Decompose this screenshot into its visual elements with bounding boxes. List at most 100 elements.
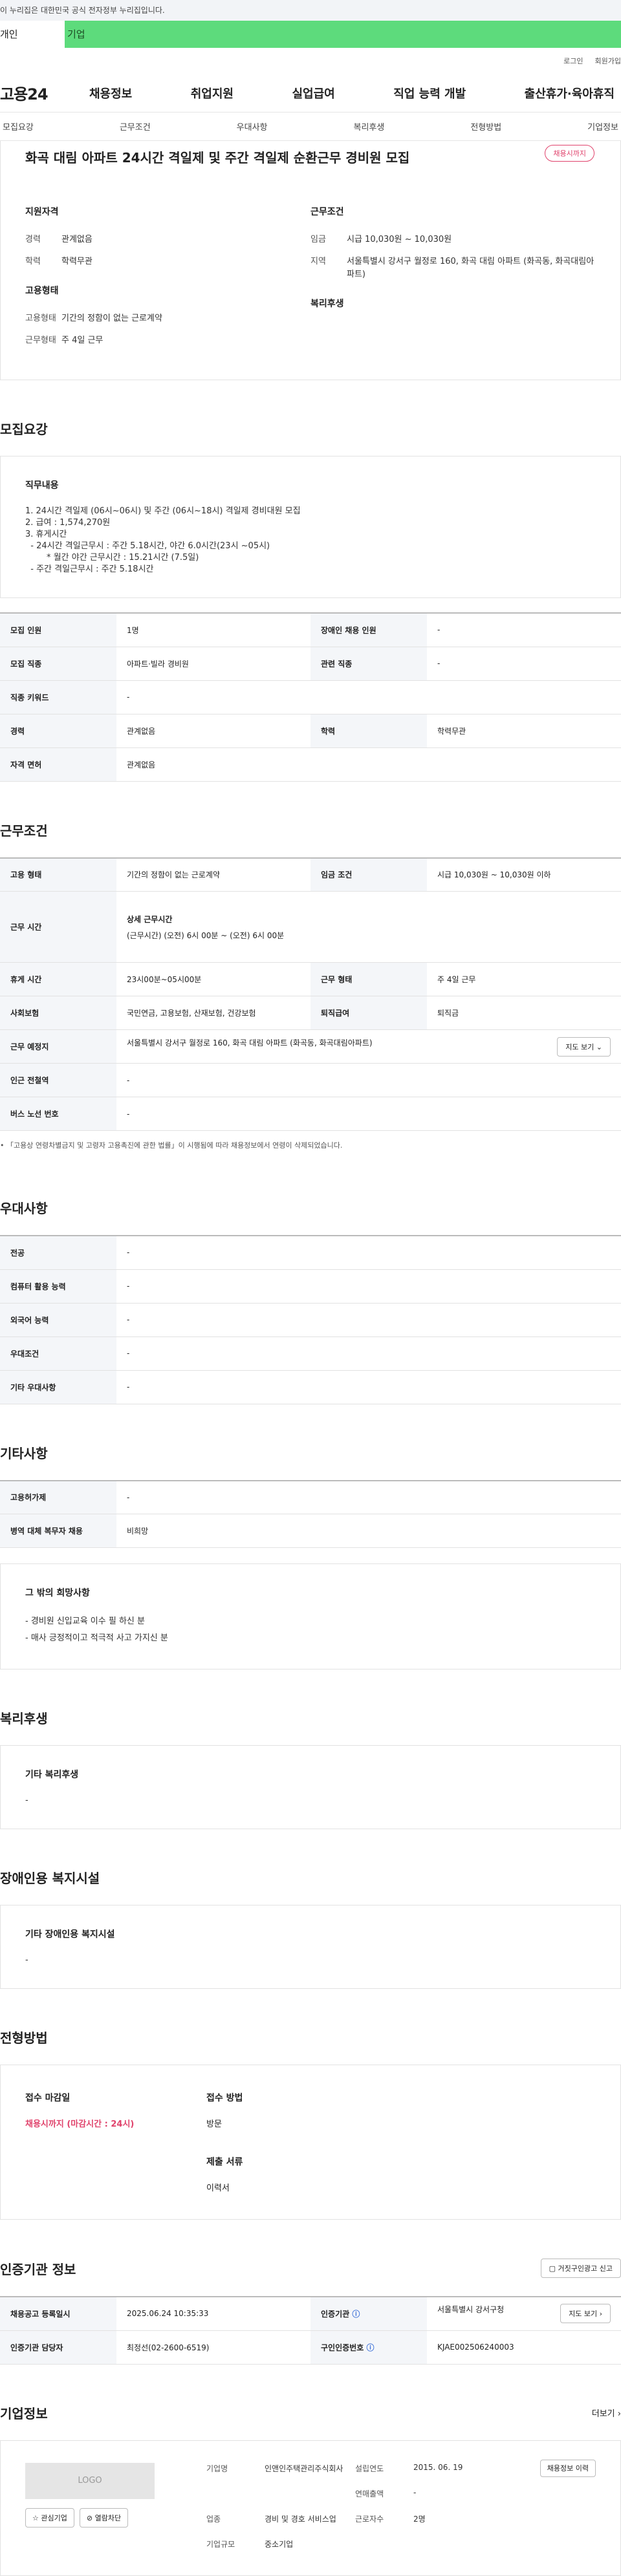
etc-table: 고용허가제 - 병역 대체 복무자 채용 비희망 xyxy=(0,1479,621,1548)
process-box: 접수 마감일 채용시까지 (마감시간 : 24시) 접수 방법 방문 제출 서류… xyxy=(0,2065,621,2220)
tab-corp[interactable]: 기업 xyxy=(65,21,621,48)
cell-value: - xyxy=(116,1236,621,1270)
table-row: 고용허가제 - xyxy=(0,1480,621,1514)
label: 기업규모 xyxy=(206,2539,235,2549)
cell-label: 전공 xyxy=(0,1236,116,1270)
job-desc-text: 1. 24시간 격일제 (06시~06시) 및 주간 (06시~18시) 격일제… xyxy=(25,506,301,574)
deadline-badge: 채용시까지 xyxy=(545,145,594,162)
fav-corp-button[interactable]: ☆ 관심기업 xyxy=(25,2507,74,2528)
gov-banner: 이 누리집은 대한민국 공식 전자정부 누리집입니다. xyxy=(0,0,621,21)
cell-label: 외국어 능력 xyxy=(0,1303,116,1337)
table-row: 모집 인원 1명 장애인 채용 인원 - xyxy=(0,613,621,647)
cell-label: 인증기관 담당자 xyxy=(0,2330,116,2365)
value: 관계없음 xyxy=(61,235,93,244)
table-row: 채용공고 등록일시 2025.06.24 10:35:33 인증기관 ⓘ 서울특… xyxy=(0,2297,621,2331)
cell-value: - xyxy=(116,1480,621,1514)
label: 기업명 xyxy=(206,2463,228,2473)
label: 경력 xyxy=(25,235,41,244)
nav-leave[interactable]: 출산휴가·육아휴직 xyxy=(518,85,621,102)
cell-label: 병역 대체 복무자 채용 xyxy=(0,1514,116,1548)
nav-jobs[interactable]: 채용정보 xyxy=(83,85,138,102)
job-desc-box: 직무내용 1. 24시간 격일제 (06시~06시) 및 주간 (06시~18시… xyxy=(0,456,621,598)
info-icon[interactable]: ⓘ xyxy=(366,2343,374,2352)
agency-org-label: 인증기관 xyxy=(321,2309,350,2319)
label: 임금 xyxy=(310,235,326,244)
value: 중소기업 xyxy=(265,2539,294,2549)
more-link[interactable]: 더보기 › xyxy=(592,2407,621,2419)
block-corp-button[interactable]: ⊘ 열람차단 xyxy=(79,2507,129,2528)
table-row: 고용 형태 기간의 정함이 없는 근로계약 임금 조건 시급 10,030원 ~… xyxy=(0,857,621,892)
nav-training[interactable]: 직업 능력 개발 xyxy=(387,85,472,102)
label: 설립연도 xyxy=(355,2463,384,2473)
disabled-box: 기타 장애인용 복지시설 - xyxy=(0,1905,621,1989)
deadline-value: 채용시까지 (마감시간 : 24시) xyxy=(25,2120,135,2129)
etc-box-title: 그 밖의 희망사항 xyxy=(25,1588,90,1598)
cell-label: 경력 xyxy=(0,714,116,748)
agency-num-label: 구인인증번호 xyxy=(321,2343,364,2352)
cell-value: 상세 근무시간 (근무시간) (오전) 6시 00분 ~ (오전) 6시 00분 xyxy=(116,891,621,963)
pref-title: 우대사항 xyxy=(0,1201,48,1216)
nav-support[interactable]: 취업지원 xyxy=(184,85,240,102)
cell-label: 학력 xyxy=(310,714,427,748)
value: 2명 xyxy=(413,2514,426,2524)
welfare-box-text: - xyxy=(25,1796,28,1805)
chevron-right-icon: › xyxy=(599,2310,602,2319)
fav-label: 관심기업 xyxy=(41,2513,67,2522)
map-label: 지도 보기 xyxy=(569,2310,598,2319)
table-row: 전공 - xyxy=(0,1236,621,1270)
cell-label: 장애인 채용 인원 xyxy=(310,613,427,647)
value: 인앤인주택관리주식회사 xyxy=(265,2463,343,2473)
block-label: 열람차단 xyxy=(94,2513,122,2522)
cond-title: 근무조건 xyxy=(310,207,344,217)
subtab-work[interactable]: 근무조건 xyxy=(117,120,153,133)
history-button[interactable]: 채용정보 이력 xyxy=(539,2459,596,2477)
map-button[interactable]: 지도 보기 ⌄ xyxy=(557,1036,611,1057)
subtab-welfare[interactable]: 복리후생 xyxy=(351,120,387,133)
cell-value: 관계없음 xyxy=(116,747,621,782)
corp-box: LOGO ☆ 관심기업 ⊘ 열람차단 기업명 인앤인주택관리주식회사 설립연도 … xyxy=(0,2440,621,2576)
cell-label: 인근 전철역 xyxy=(0,1063,116,1097)
subtab-corp[interactable]: 기업정보 xyxy=(585,120,621,133)
time-sub: 상세 근무시간 xyxy=(127,914,173,924)
cell-value: 최정선(02-2600-6519) xyxy=(116,2330,310,2365)
label: 고용형태 xyxy=(25,314,56,323)
block-icon: ⊘ xyxy=(86,2513,93,2522)
job-summary: 화곡 대림 아파트 24시간 격일제 및 주간 격일제 순환근무 경비원 모집 … xyxy=(0,141,621,380)
disabled-box-text: - xyxy=(25,1955,28,1965)
join-link[interactable]: 회원가입 xyxy=(595,56,621,66)
cell-value: 2025.06.24 10:35:33 xyxy=(116,2297,310,2331)
login-link[interactable]: 로그인 xyxy=(563,56,583,66)
report-button[interactable]: ▢ 거짓구인광고 신고 xyxy=(540,2259,621,2278)
time-value: (근무시간) (오전) 6시 00분 ~ (오전) 6시 00분 xyxy=(127,930,285,940)
cell-label: 퇴직급여 xyxy=(310,996,427,1030)
cell-label: 인증기관 ⓘ xyxy=(310,2297,427,2331)
corp-logo: LOGO xyxy=(25,2462,155,2499)
method-label: 접수 방법 xyxy=(206,2093,243,2103)
subtab-process[interactable]: 전형방법 xyxy=(468,120,504,133)
label: 지역 xyxy=(310,257,326,266)
util-links: 로그인 회원가입 xyxy=(0,48,621,74)
cell-value: - xyxy=(427,613,621,647)
section-tabs: 모집요강 근무조건 우대사항 복리후생 전형방법 기업정보 xyxy=(0,113,621,141)
work-title: 근무조건 xyxy=(0,822,48,839)
report-icon: ▢ xyxy=(549,2264,556,2273)
info-icon[interactable]: ⓘ xyxy=(352,2310,360,2319)
map-label: 지도 보기 xyxy=(565,1042,594,1051)
label: 학력 xyxy=(25,257,41,266)
table-row: 병역 대체 복무자 채용 비희망 xyxy=(0,1514,621,1548)
nav-unemployment[interactable]: 실업급여 xyxy=(286,85,342,102)
subtab-recruit[interactable]: 모집요강 xyxy=(0,120,36,133)
table-row: 인증기관 담당자 최정선(02-2600-6519) 구인인증번호 ⓘ KJAE… xyxy=(0,2330,621,2365)
user-type-tabs: 개인 기업 xyxy=(0,21,621,48)
cell-label: 모집 직종 xyxy=(0,647,116,681)
header: 고용24 채용정보 취업지원 실업급여 직업 능력 개발 출산휴가·육아휴직 xyxy=(0,74,621,113)
site-logo[interactable]: 고용24 xyxy=(0,81,83,104)
table-row: 인근 전철역 - xyxy=(0,1063,621,1097)
tab-personal[interactable]: 개인 xyxy=(0,21,65,48)
subtab-pref[interactable]: 우대사항 xyxy=(234,120,270,133)
age-note: • 「고용상 연령차별금지 및 고령자 고용촉진에 관한 법률」이 시행됨에 따… xyxy=(0,1141,343,1150)
cell-value: 시급 10,030원 ~ 10,030원 이하 xyxy=(427,857,621,892)
label: 근무형태 xyxy=(25,336,56,345)
welfare-box: 기타 복리후생 - xyxy=(0,1745,621,1829)
agency-map-button[interactable]: 지도 보기 › xyxy=(560,2304,611,2324)
